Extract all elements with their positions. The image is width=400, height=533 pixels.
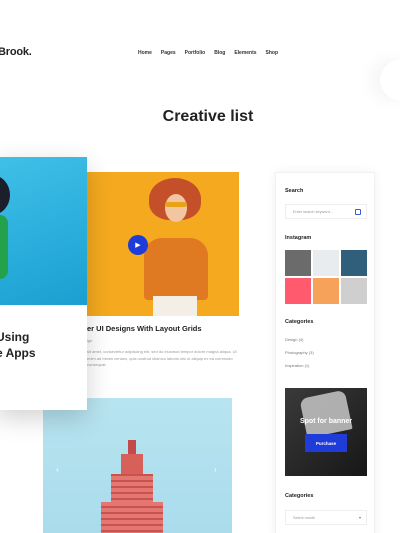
main-nav: Home Pages Portfolio Blog Elements Shop <box>138 50 278 56</box>
sidebar-search-heading: Search <box>285 188 304 194</box>
floating-post-title[interactable]: Using e Apps <box>0 329 36 361</box>
nav-item-home[interactable]: Home <box>138 50 152 56</box>
nav-item-shop[interactable]: Shop <box>266 50 279 56</box>
search-icon[interactable] <box>355 209 361 215</box>
chevron-left-icon[interactable]: ‹ <box>56 465 59 474</box>
floating-title-line-1: Using <box>0 330 30 344</box>
video-play-button[interactable]: ▶ <box>128 235 148 255</box>
floating-title-line-2: e Apps <box>0 346 36 360</box>
sidebar-categories-heading: Categories <box>285 319 314 325</box>
sidebar-categories-heading-2: Categories <box>285 493 314 499</box>
page-title: Creative list <box>162 108 254 125</box>
instagram-thumb[interactable] <box>341 278 367 304</box>
post-excerpt: sit amet, consectetur adipiscing elit, s… <box>87 349 237 368</box>
instagram-thumb[interactable] <box>285 278 311 304</box>
building-base <box>101 502 163 533</box>
site-logo[interactable]: Brook. <box>0 46 32 58</box>
sidebar-instagram-heading: Instagram <box>285 235 312 241</box>
building-middle <box>111 474 153 504</box>
shirt-image <box>299 389 353 439</box>
post-featured-image[interactable] <box>87 172 239 316</box>
post-title[interactable]: er UI Designs With Layout Grids <box>87 324 202 333</box>
building-illustration <box>101 440 163 533</box>
instagram-thumb[interactable] <box>313 250 339 276</box>
person-sweater-shape <box>144 238 208 300</box>
gallery-slider[interactable] <box>43 398 232 533</box>
month-select[interactable]: Select month ▾ <box>285 510 367 525</box>
post-category[interactable]: ign <box>87 338 92 343</box>
nav-item-portfolio[interactable]: Portfolio <box>185 50 206 56</box>
sidebar: Search Enter search keyword... Instagram… <box>275 172 375 533</box>
person-trousers-shape <box>153 296 197 316</box>
person-arm-shape <box>0 215 8 279</box>
select-placeholder: Select month <box>293 516 316 520</box>
person-head-shape <box>0 175 10 215</box>
search-placeholder: Enter search keyword... <box>293 210 333 214</box>
nav-item-blog[interactable]: Blog <box>214 50 225 56</box>
chevron-right-icon[interactable]: › <box>214 465 217 474</box>
building-top <box>121 454 143 476</box>
nav-item-pages[interactable]: Pages <box>161 50 176 56</box>
category-inspiration[interactable]: Inspiration (1) <box>285 363 309 368</box>
instagram-thumb[interactable] <box>285 250 311 276</box>
sidebar-banner: Spot for banner Purchase <box>285 388 367 476</box>
category-design[interactable]: Design (4) <box>285 337 303 342</box>
instagram-thumb[interactable] <box>313 278 339 304</box>
instagram-grid <box>285 250 367 304</box>
search-input[interactable]: Enter search keyword... <box>285 204 367 219</box>
banner-text: Spot for banner <box>299 418 353 425</box>
category-photography[interactable]: Photography (3) <box>285 350 314 355</box>
glasses-shape <box>165 202 187 207</box>
instagram-thumb[interactable] <box>341 250 367 276</box>
floating-post-image <box>0 157 87 305</box>
nav-item-elements[interactable]: Elements <box>234 50 256 56</box>
purchase-button[interactable]: Purchase <box>305 434 347 452</box>
decorative-shadow <box>380 60 400 100</box>
play-icon: ▶ <box>135 242 141 249</box>
chevron-down-icon: ▾ <box>358 515 361 520</box>
floating-post-card[interactable]: Using e Apps <box>0 157 87 410</box>
person-face-shape <box>165 194 187 222</box>
